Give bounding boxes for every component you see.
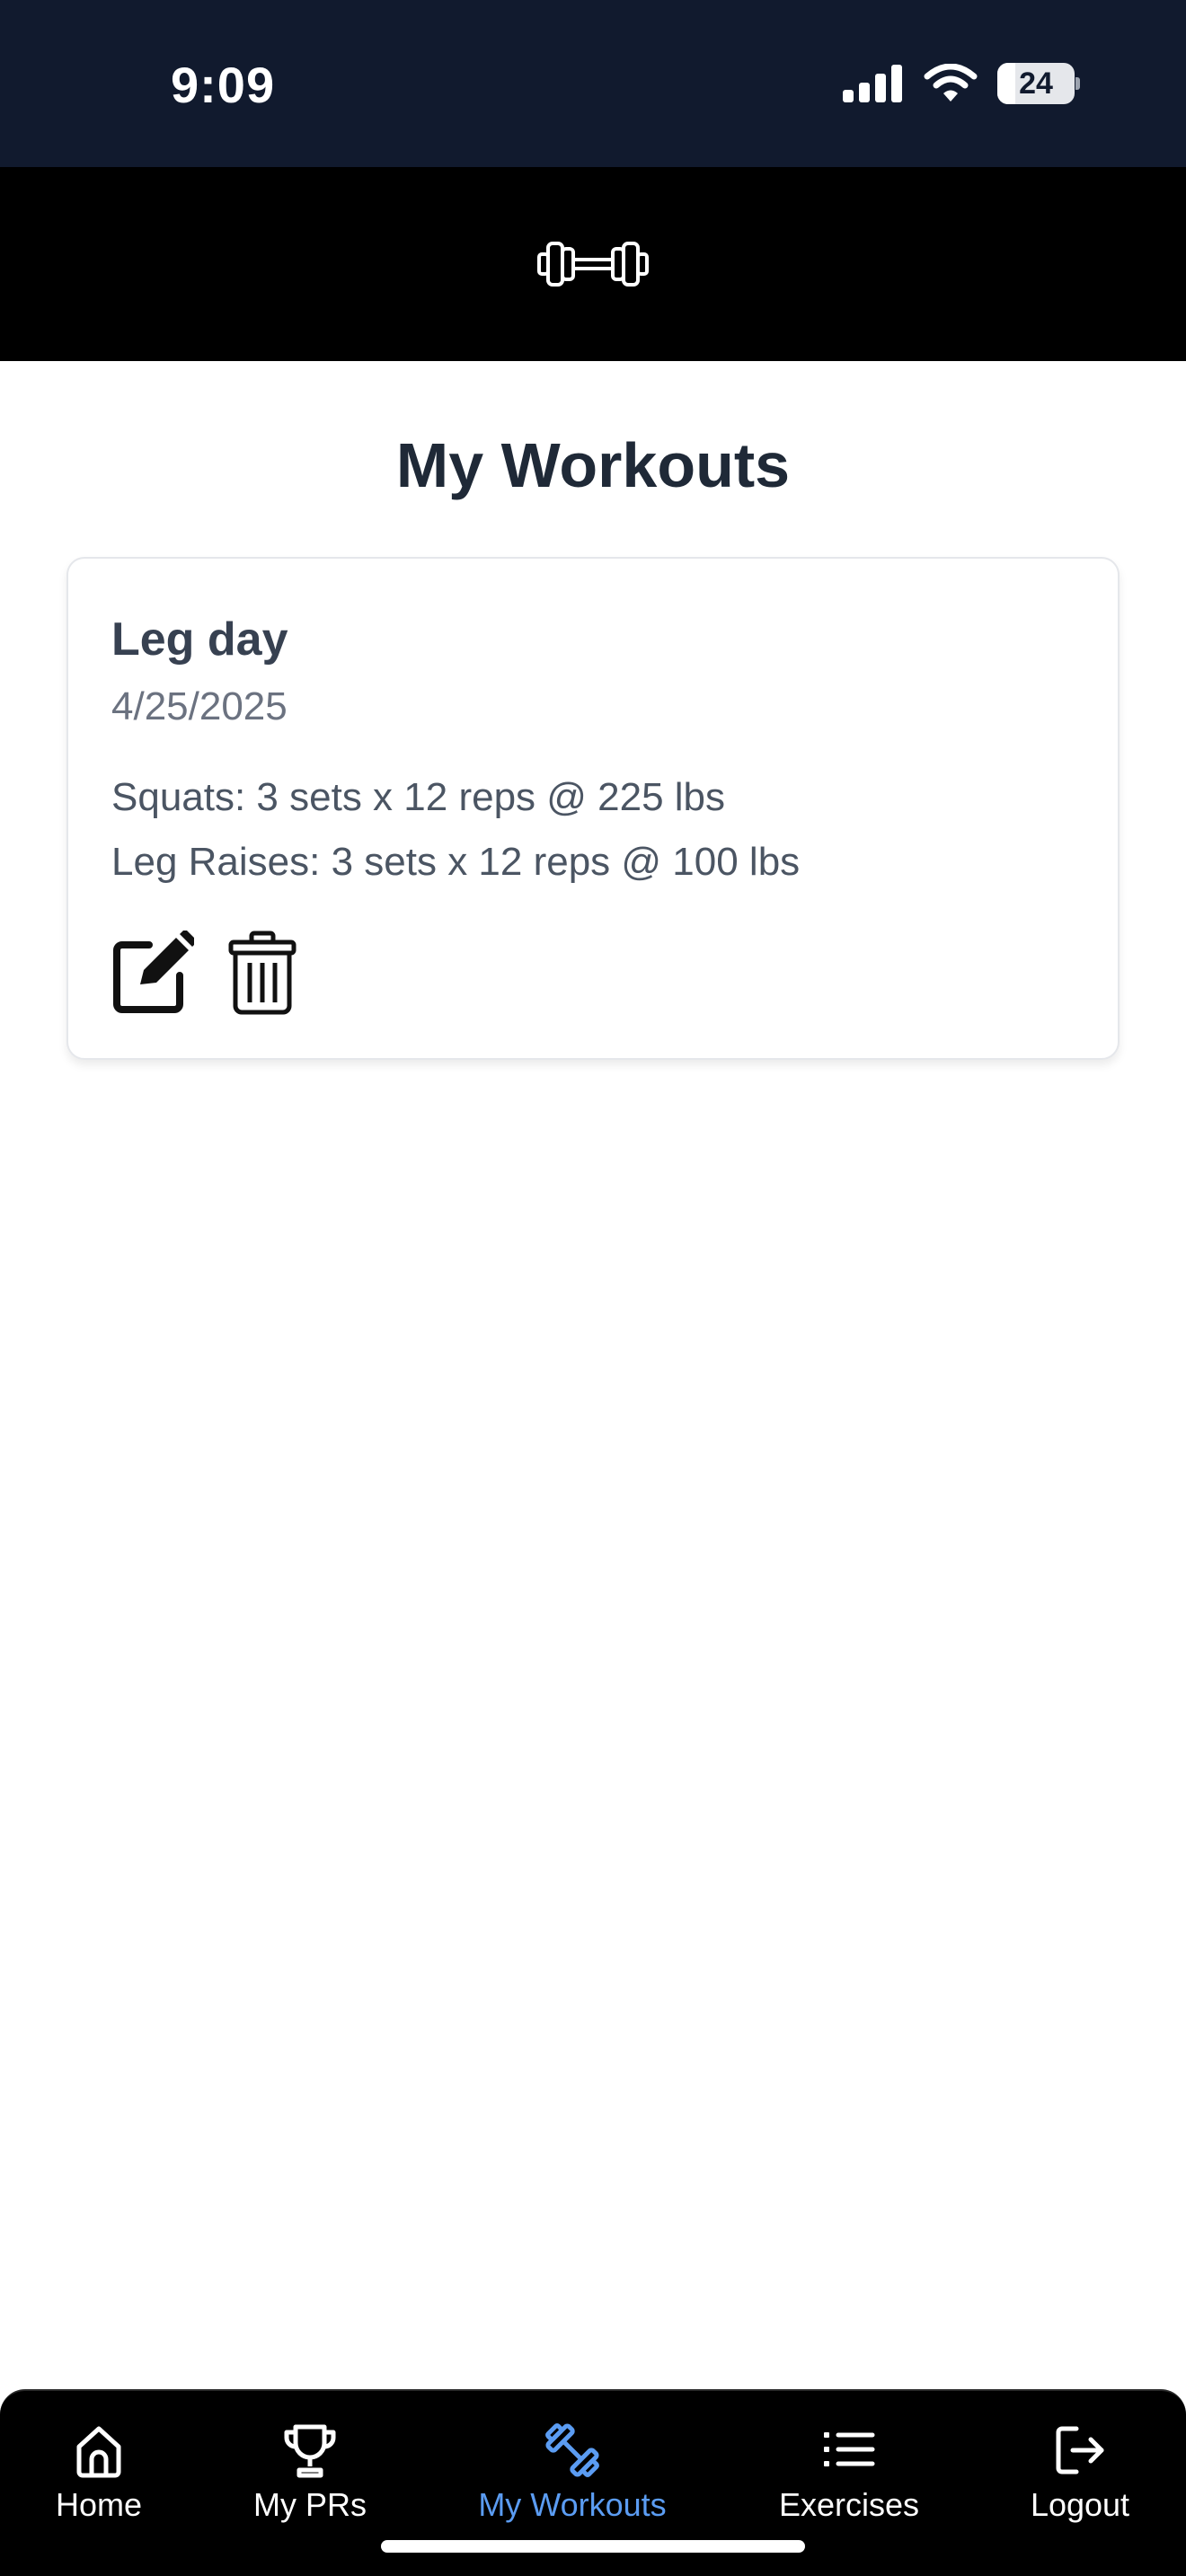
page-title: My Workouts	[395, 430, 791, 500]
home-indicator	[381, 2540, 805, 2553]
nav-label: My PRs	[253, 2486, 367, 2523]
status-bar: 9:09 24	[0, 0, 1186, 167]
nav-label: My Workouts	[478, 2486, 667, 2523]
nav-item-exercises[interactable]: Exercises	[778, 2422, 920, 2524]
workout-name: Leg day	[111, 613, 288, 666]
home-icon	[76, 2426, 121, 2478]
trophy-icon	[284, 2424, 336, 2478]
nav-item-home[interactable]: Home	[56, 2422, 142, 2524]
nav-item-my-prs[interactable]: My PRs	[252, 2422, 368, 2524]
exercise-item: Squats: 3 sets x 12 reps @ 225 lbs	[111, 775, 726, 819]
nav-item-logout[interactable]: Logout	[1030, 2422, 1130, 2524]
nav-label: Logout	[1030, 2486, 1130, 2523]
wifi-icon	[924, 64, 978, 101]
nav-label: Home	[55, 2486, 143, 2523]
exercise-list: Squats: 3 sets x 12 reps @ 225 lbs Leg R…	[111, 765, 800, 895]
trash-icon[interactable]	[228, 931, 296, 1015]
exercise-item: Leg Raises: 3 sets x 12 reps @ 100 lbs	[111, 840, 801, 884]
battery-icon: 24	[997, 63, 1080, 104]
app-header	[0, 167, 1186, 361]
workout-date: 4/25/2025	[111, 684, 288, 728]
workout-card: Leg day 4/25/2025 Squats: 3 sets x 12 re…	[66, 557, 1120, 1060]
dumbbell-logo-icon	[537, 242, 649, 287]
battery-level: 24	[1019, 66, 1053, 101]
card-actions	[110, 931, 296, 1015]
edit-icon[interactable]	[110, 931, 194, 1015]
status-time: 9:09	[171, 57, 276, 113]
signal-icon	[843, 65, 902, 102]
logout-icon	[1056, 2426, 1104, 2475]
nav-label: Exercises	[778, 2486, 920, 2523]
list-icon	[824, 2432, 875, 2466]
dumbbell-icon	[545, 2423, 599, 2477]
status-icons: 24	[843, 63, 1080, 104]
nav-item-my-workouts[interactable]: My Workouts	[478, 2422, 667, 2524]
